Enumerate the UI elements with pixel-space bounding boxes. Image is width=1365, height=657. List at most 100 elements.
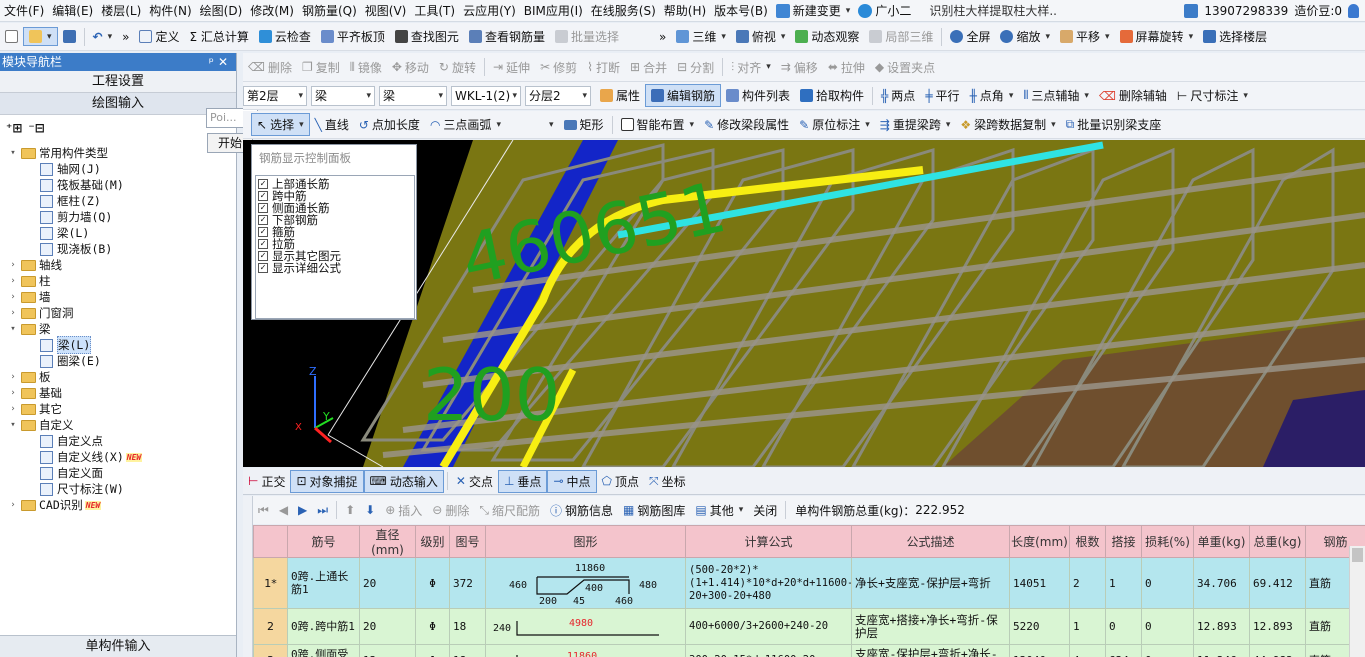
cell-formula[interactable]: 300-20+15*d+11600-20	[685, 644, 852, 657]
new-change-button[interactable]: 新建变更 ▾	[772, 2, 855, 19]
in-situ-annotation-button[interactable]: ✎ 原位标注 ▾	[794, 114, 875, 135]
menu-bim[interactable]: BIM应用(I)	[520, 0, 587, 22]
cell-diameter[interactable]: 20	[359, 608, 416, 645]
re-extract-span-button[interactable]: ⇶ 重提梁跨 ▾	[875, 114, 956, 135]
checkbox-checked-icon[interactable]: ✓	[258, 179, 268, 189]
three-d-button[interactable]: 三维 ▾	[671, 26, 731, 47]
stretch-button[interactable]: ⬌ 拉伸	[823, 57, 870, 78]
cell-shape-no[interactable]: 372	[449, 557, 486, 609]
menu-cloud[interactable]: 云应用(Y)	[459, 0, 520, 22]
cell-diameter[interactable]: 20	[359, 557, 416, 609]
definition-button[interactable]: 定义	[134, 26, 184, 47]
undo-button[interactable]: ↶ ▾	[88, 28, 118, 46]
cell-unit-weight[interactable]: 12.893	[1193, 608, 1250, 645]
menu-version[interactable]: 版本号(B)	[710, 0, 772, 22]
column-header[interactable]: 公式描述	[851, 525, 1010, 558]
insert-button[interactable]: ⊕ 插入	[380, 500, 427, 521]
delete-axis-button[interactable]: ⌫ 删除辅轴	[1094, 85, 1172, 106]
table-vertical-scrollbar[interactable]	[1349, 546, 1365, 657]
cell-shape[interactable]: 240 4980	[485, 608, 686, 645]
align-button[interactable]: ⫶ 对齐 ▾	[726, 57, 776, 78]
cell-name[interactable]: 0跨.侧面受扭通长筋1	[287, 644, 360, 657]
column-header[interactable]: 单重(kg)	[1193, 525, 1250, 558]
column-header[interactable]	[253, 525, 288, 558]
menu-floor[interactable]: 楼层(L)	[97, 0, 145, 22]
select-floor-button[interactable]: 选择楼层	[1198, 26, 1272, 47]
table-row[interactable]: 1* 0跨.上通长筋1 20 Φ 372 460 11860 400 480 2…	[253, 557, 1365, 609]
bell-icon[interactable]	[1348, 3, 1359, 18]
checkbox-checked-icon[interactable]: ✓	[258, 191, 268, 201]
extend-button[interactable]: ⇥ 延伸	[488, 57, 535, 78]
cell-name[interactable]: 0跨.上通长筋1	[287, 557, 360, 609]
tree-item[interactable]: 自定义面	[0, 465, 236, 481]
tree-item[interactable]: 自定义点	[0, 433, 236, 449]
cell-unit-weight[interactable]: 11.246	[1193, 644, 1250, 657]
checkbox-checked-icon[interactable]: ✓	[258, 215, 268, 225]
row-index[interactable]: 1*	[253, 557, 288, 609]
flat-slab-top-button[interactable]: 平齐板顶	[316, 26, 390, 47]
point-length-button[interactable]: ↺ 点加长度	[354, 114, 425, 135]
layer-select[interactable]: 分层2 ▾	[525, 85, 591, 106]
expand-toggle-icon[interactable]: ›	[8, 404, 18, 414]
rebar-library-button[interactable]: ▦ 钢筋图库	[618, 500, 690, 521]
assistant-button[interactable]: 广小二	[854, 2, 915, 19]
tree-item[interactable]: 剪力墙(Q)	[0, 209, 236, 225]
tree-item[interactable]: 梁(L)	[0, 336, 236, 354]
prev-record-button[interactable]: ◀	[274, 501, 293, 519]
menu-online[interactable]: 在线服务(S)	[587, 0, 660, 22]
tree-folder[interactable]: ▾ 梁	[0, 321, 236, 337]
menu-rebar-quantity[interactable]: 钢筋量(Q)	[298, 0, 361, 22]
two-points-button[interactable]: ╬ 两点	[876, 85, 920, 106]
tree-folder[interactable]: › 轴线	[0, 257, 236, 273]
menu-file[interactable]: 文件(F)	[0, 0, 48, 22]
cell-loss[interactable]: 0	[1141, 557, 1194, 609]
dynamic-input-button[interactable]: ⌨ 动态输入	[363, 469, 444, 493]
modify-span-button[interactable]: ✎ 修改梁段属性	[699, 114, 794, 135]
tree-folder[interactable]: › 板	[0, 369, 236, 385]
scale-rebar-button[interactable]: ⤡ 缩尺配筋	[474, 500, 545, 521]
save-button[interactable]	[58, 28, 81, 45]
row-index[interactable]: 3	[253, 644, 288, 657]
point-angle-button[interactable]: ╫ 点角 ▾	[965, 85, 1019, 106]
overflow-button[interactable]: »	[117, 28, 134, 46]
screen-rotate-button[interactable]: 屏幕旋转 ▾	[1115, 26, 1199, 47]
midpoint-button[interactable]: ⊸ 中点	[547, 469, 597, 493]
move-down-button[interactable]: ⬇	[360, 501, 380, 519]
cell-formula[interactable]: 400+6000/3+2600+240-20	[685, 608, 852, 645]
column-header[interactable]: 直径(mm)	[359, 525, 416, 558]
cell-unit-weight[interactable]: 34.706	[1193, 557, 1250, 609]
mirror-button[interactable]: ⫴ 镜像	[345, 57, 387, 78]
rectangle-button[interactable]: 矩形	[559, 114, 609, 135]
cell-desc[interactable]: 净长+支座宽-保护层+弯折	[851, 557, 1010, 609]
row-index[interactable]: 2	[253, 608, 288, 645]
expand-all-icon[interactable]: ⁺⊞	[6, 121, 22, 135]
tree-item[interactable]: 现浇板(B)	[0, 241, 236, 257]
last-record-button[interactable]: ⏭	[312, 501, 333, 520]
table-row[interactable]: 2 0跨.跨中筋1 20 Φ 18 240 4980 400+6000/3+26…	[253, 608, 1365, 645]
rotate-button[interactable]: ↻ 旋转	[434, 57, 481, 78]
column-header[interactable]: 级别	[415, 525, 450, 558]
tree-item[interactable]: 轴网(J)	[0, 161, 236, 177]
select-button[interactable]: ↖ 选择 ▾	[251, 113, 310, 136]
table-row[interactable]: 3 0跨.侧面受扭通长筋1 12 Φ 18 180 11860 300-20+1…	[253, 644, 1365, 657]
dynamic-view-button[interactable]: 动态观察	[790, 26, 864, 47]
cell-shape[interactable]: 460 11860 400 480 200 45 460	[485, 557, 686, 609]
pick-component-button[interactable]: 拾取构件	[795, 85, 869, 106]
close-icon[interactable]: ✕	[218, 55, 232, 69]
expand-toggle-icon[interactable]: ›	[8, 292, 18, 302]
account-number[interactable]: 13907298339	[1204, 4, 1288, 18]
cell-shape-no[interactable]: 18	[449, 644, 486, 657]
cell-formula[interactable]: (500-20*2)*(1+1.414)*10*d+20*d+11600-20+…	[685, 557, 852, 609]
tree-item[interactable]: 框柱(Z)	[0, 193, 236, 209]
open-file-button[interactable]: ▾	[23, 27, 58, 46]
tree-item[interactable]: 梁(L)	[0, 225, 236, 241]
delete-button[interactable]: ⌫ 删除	[243, 57, 297, 78]
tab-drawing-input[interactable]: 绘图输入	[0, 93, 236, 115]
tree-folder[interactable]: › 其它	[0, 401, 236, 417]
tree-folder[interactable]: ▾ 自定义	[0, 417, 236, 433]
cell-total-weight[interactable]: 69.412	[1249, 557, 1306, 609]
menu-modify[interactable]: 修改(M)	[246, 0, 298, 22]
column-header[interactable]: 长度(mm)	[1009, 525, 1070, 558]
cell-lap[interactable]: 624	[1105, 644, 1142, 657]
pan-button[interactable]: 平移 ▾	[1055, 26, 1115, 47]
